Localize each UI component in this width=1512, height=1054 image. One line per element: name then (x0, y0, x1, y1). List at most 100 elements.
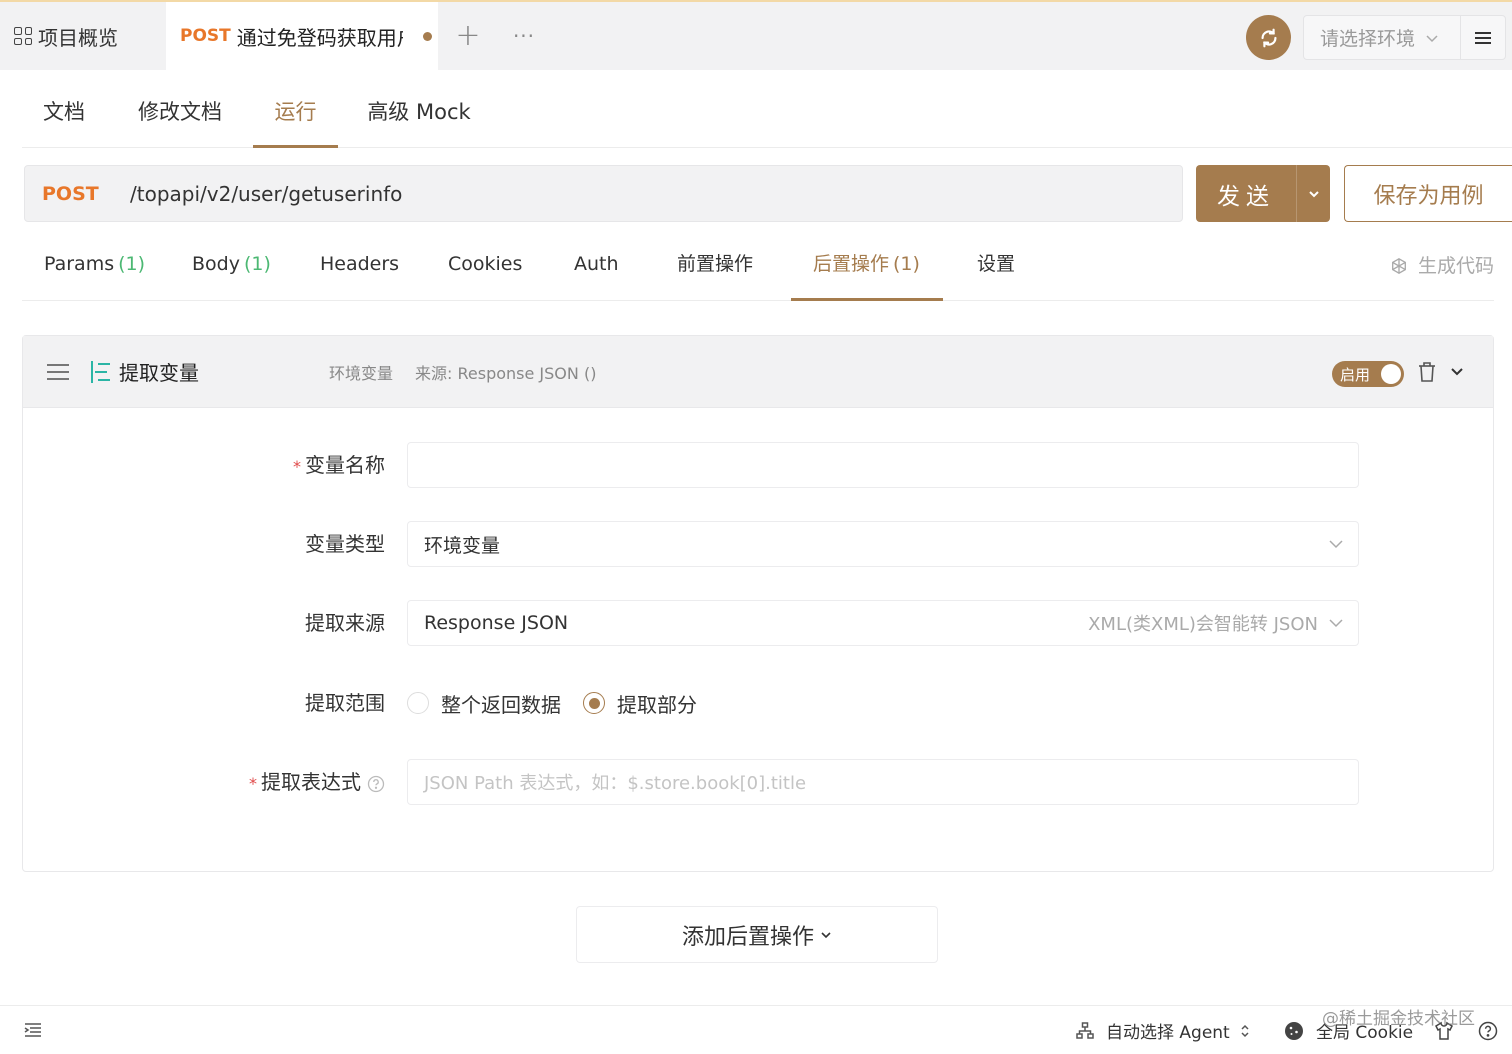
tab-settings-label: 设置 (977, 253, 1016, 275)
extract-source-select[interactable]: Response JSON XML(类XML)会智能转 JSON (407, 600, 1359, 646)
tab-auth[interactable]: Auth (574, 230, 619, 301)
post-operation-title: 提取变量 (119, 361, 199, 385)
extract-expression-label: * 提取表达式 (249, 759, 385, 805)
save-as-case-button[interactable]: 保存为用例 (1344, 165, 1512, 222)
send-button-label: 发送 (1217, 183, 1275, 210)
var-name-label-text: 变量名称 (305, 453, 385, 477)
delete-icon[interactable] (1417, 361, 1437, 383)
post-operation-source: 来源: Response JSON () (415, 363, 597, 383)
chevron-down-icon (820, 929, 832, 941)
tab-params[interactable]: Params (1) (44, 230, 145, 301)
url-path-input[interactable]: /topapi/v2/user/getuserinfo (130, 182, 402, 206)
help-icon[interactable] (367, 775, 385, 793)
var-name-input[interactable] (407, 442, 1359, 488)
tab-run[interactable]: 运行 (253, 76, 338, 148)
outline-toggle-icon[interactable] (24, 1022, 42, 1038)
main-menu-button[interactable] (1461, 15, 1506, 60)
chevron-down-icon (1329, 540, 1343, 549)
var-type-value: 环境变量 (424, 534, 501, 557)
extract-source-row: 提取来源 Response JSON XML(类XML)会智能转 JSON (23, 600, 1493, 646)
tab-active-request[interactable]: POST 通过免登码获取用户信息 (166, 2, 438, 70)
extract-range-radio-group: 整个返回数据 提取部分 (407, 680, 719, 726)
tab-body[interactable]: Body (1) (192, 230, 271, 301)
tab-params-label: Params (44, 253, 115, 275)
extract-source-value: Response JSON (424, 612, 569, 634)
extract-expression-input[interactable]: JSON Path 表达式，如：$.store.book[0].title (407, 759, 1359, 805)
tab-advanced-mock[interactable]: 高级 Mock (362, 76, 476, 148)
agent-select[interactable]: 自动选择 Agent (1076, 1006, 1250, 1054)
tab-headers-label: Headers (320, 253, 400, 275)
more-tabs-icon[interactable]: ··· (506, 16, 542, 56)
watermark: @稀土掘金技术社区 (1322, 1009, 1475, 1029)
doc-tabs: 文档 修改文档 运行 高级 Mock (22, 76, 1512, 148)
required-mark: * (249, 774, 257, 793)
radio-partial[interactable]: 提取部分 (583, 689, 697, 718)
var-type-label: 变量类型 (305, 532, 385, 556)
extract-expression-row: * 提取表达式 JSON Path 表达式，如：$.store.book[0].t… (23, 759, 1493, 805)
request-tabs: Params (1) Body (1) Headers Cookies Auth 前… (22, 230, 1494, 301)
collapse-chevron-icon[interactable] (1449, 363, 1465, 379)
network-icon (1076, 1021, 1094, 1040)
tab-post-operations[interactable]: 后置操作 (1) (791, 230, 943, 301)
extract-range-label: 提取范围 (305, 691, 385, 715)
chevron-down-icon (1329, 619, 1343, 628)
tab-params-count: (1) (118, 253, 146, 275)
tab-pre-operations-label: 前置操作 (677, 253, 754, 275)
post-operation-card: 提取变量 环境变量 来源: Response JSON () 启用 * 变量名称 … (22, 335, 1494, 872)
tab-edit-doc[interactable]: 修改文档 (130, 76, 230, 148)
tab-doc[interactable]: 文档 (22, 76, 106, 148)
tab-post-operations-label: 后置操作 (813, 253, 890, 275)
radio-partial-label: 提取部分 (617, 692, 697, 717)
grid-icon (14, 27, 32, 45)
help-circle-icon[interactable] (1478, 1021, 1498, 1041)
tab-bar: 项目概览 POST 通过免登码获取用户信息 + ··· 请选择环境 (0, 0, 1512, 70)
hamburger-icon (1475, 31, 1491, 44)
generate-code-button[interactable]: 生成代码 (1390, 230, 1494, 301)
tab-cookies[interactable]: Cookies (448, 230, 522, 301)
radio-circle-checked[interactable] (583, 692, 605, 714)
drag-handle-icon[interactable] (47, 363, 69, 380)
tab-settings[interactable]: 设置 (977, 230, 1015, 301)
code-gen-icon (1390, 257, 1408, 275)
http-method[interactable]: POST (42, 183, 130, 205)
tab-auth-label: Auth (574, 253, 619, 275)
radio-circle[interactable] (407, 692, 429, 714)
tab-body-count: (1) (243, 253, 271, 275)
environment-select-label: 请选择环境 (1320, 28, 1416, 50)
refresh-icon (1260, 28, 1277, 47)
post-operation-header[interactable]: 提取变量 环境变量 来源: Response JSON () 启用 (23, 336, 1493, 408)
var-type-select[interactable]: 环境变量 (407, 521, 1359, 567)
enable-toggle-label: 启用 (1340, 365, 1371, 384)
url-bar[interactable]: POST /topapi/v2/user/getuserinfo (24, 165, 1183, 222)
radio-whole-response-label: 整个返回数据 (441, 692, 561, 717)
var-type-row: 变量类型 环境变量 (23, 521, 1493, 567)
var-name-label: * 变量名称 (293, 442, 385, 488)
extract-range-row: 提取范围 整个返回数据 提取部分 (23, 680, 1493, 726)
add-post-operation-button[interactable]: 添加后置操作 (576, 906, 938, 963)
sync-button[interactable] (1246, 15, 1291, 60)
send-options-chevron-icon[interactable] (1297, 187, 1330, 201)
new-tab-plus-icon[interactable]: + (450, 16, 486, 56)
add-post-operation-label: 添加后置操作 (681, 924, 814, 950)
tab-cookies-label: Cookies (448, 253, 523, 275)
extract-expression-label-text: 提取表达式 (261, 770, 361, 794)
chevron-down-icon (1426, 34, 1438, 42)
var-name-row: * 变量名称 (23, 442, 1493, 488)
radio-whole-response[interactable]: 整个返回数据 (407, 689, 561, 718)
tab-post-operations-count: (1) (893, 253, 920, 275)
tab-headers[interactable]: Headers (320, 230, 399, 301)
tab-pre-operations[interactable]: 前置操作 (677, 230, 753, 301)
tab-method-badge: POST (180, 26, 231, 46)
status-bar: 自动选择 Agent 全局 Cookie (0, 1005, 1512, 1054)
extract-variable-icon (89, 359, 113, 385)
unsaved-dot-icon (422, 31, 432, 41)
tab-project-overview[interactable]: 项目概览 (0, 2, 166, 70)
send-button[interactable]: 发送 (1196, 165, 1330, 222)
agent-select-label: 自动选择 Agent (1106, 1023, 1230, 1043)
enable-toggle[interactable]: 启用 (1332, 361, 1404, 387)
environment-select[interactable]: 请选择环境 (1303, 15, 1461, 60)
sort-arrows-icon (1240, 1023, 1250, 1039)
tab-project-overview-label: 项目概览 (38, 25, 118, 50)
cookie-icon (1284, 1021, 1304, 1041)
tab-body-label: Body (192, 253, 240, 275)
